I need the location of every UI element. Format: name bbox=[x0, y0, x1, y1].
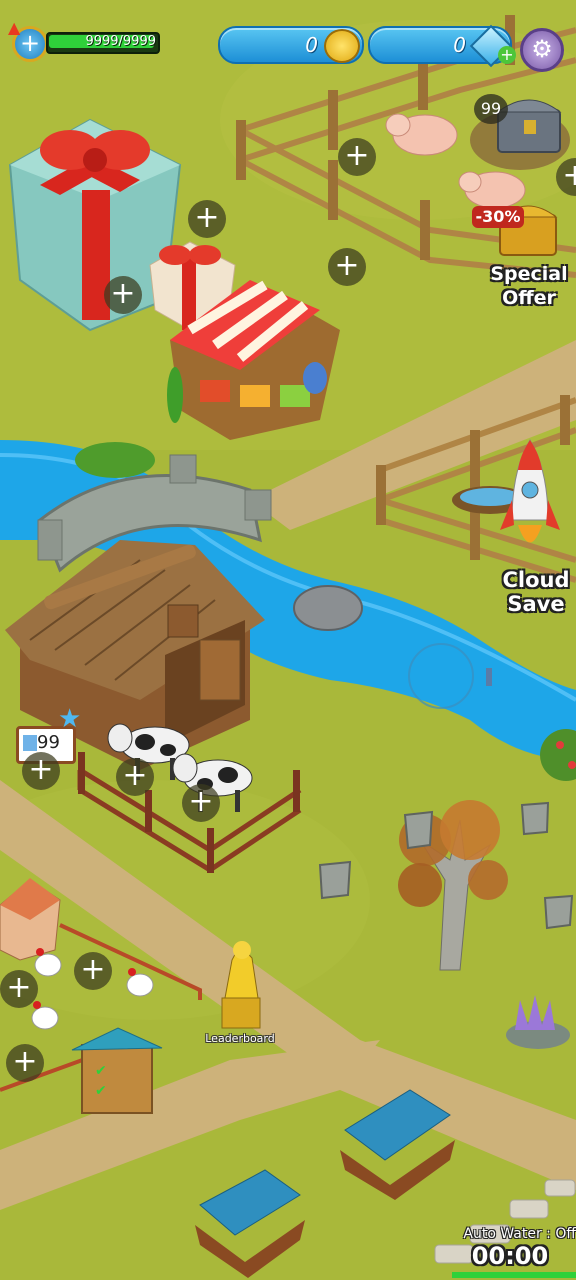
coin-icon bbox=[324, 29, 360, 63]
barn-sign-value: 99 bbox=[37, 732, 60, 753]
coins-value: 0 bbox=[305, 33, 318, 57]
star-icon: ★ bbox=[58, 704, 82, 734]
settings-gear-icon[interactable]: ⚙ bbox=[520, 28, 564, 72]
special-offer-label[interactable]: Special Offer bbox=[482, 262, 576, 310]
coins-counter[interactable]: 0 bbox=[218, 26, 364, 64]
chest-count-badge[interactable]: 99 bbox=[474, 94, 508, 124]
cloud-save-label[interactable]: Cloud Save bbox=[496, 568, 576, 616]
xp-bar[interactable]: + ▲ 9999/9999 bbox=[8, 18, 160, 62]
add-spot-plus-icon[interactable]: + bbox=[188, 200, 226, 238]
discount-badge: -30% bbox=[472, 206, 524, 228]
add-spot-plus-icon[interactable]: + bbox=[22, 752, 60, 790]
svg-text:✔: ✔ bbox=[95, 1063, 107, 1079]
add-spot-plus-icon[interactable]: + bbox=[328, 248, 366, 286]
xp-text: 9999/9999 bbox=[85, 34, 156, 49]
farm-map[interactable]: ✔ ✔ bbox=[0, 0, 576, 1280]
auto-water-progress bbox=[452, 1272, 576, 1278]
gems-counter[interactable]: 0 + bbox=[368, 24, 516, 68]
storage-icon bbox=[23, 735, 37, 751]
add-spot-plus-icon[interactable]: + bbox=[6, 1044, 44, 1082]
svg-text:✔: ✔ bbox=[95, 1083, 107, 1099]
add-spot-plus-icon[interactable]: + bbox=[104, 276, 142, 314]
add-gems-plus-icon[interactable]: + bbox=[498, 46, 516, 64]
auto-water-label[interactable]: Auto Water : Off bbox=[450, 1226, 576, 1242]
add-spot-plus-icon[interactable]: + bbox=[182, 784, 220, 822]
add-spot-plus-icon[interactable]: + bbox=[116, 758, 154, 796]
level-up-arrow-icon: ▲ bbox=[8, 18, 21, 37]
leaderboard-label[interactable]: Leaderboard bbox=[195, 1032, 285, 1045]
add-spot-plus-icon[interactable]: + bbox=[74, 952, 112, 990]
add-spot-plus-icon[interactable]: + bbox=[0, 970, 38, 1008]
gems-value: 0 bbox=[453, 33, 466, 57]
add-spot-plus-icon[interactable]: + bbox=[338, 138, 376, 176]
auto-water-timer: 00:00 bbox=[471, 1242, 549, 1270]
